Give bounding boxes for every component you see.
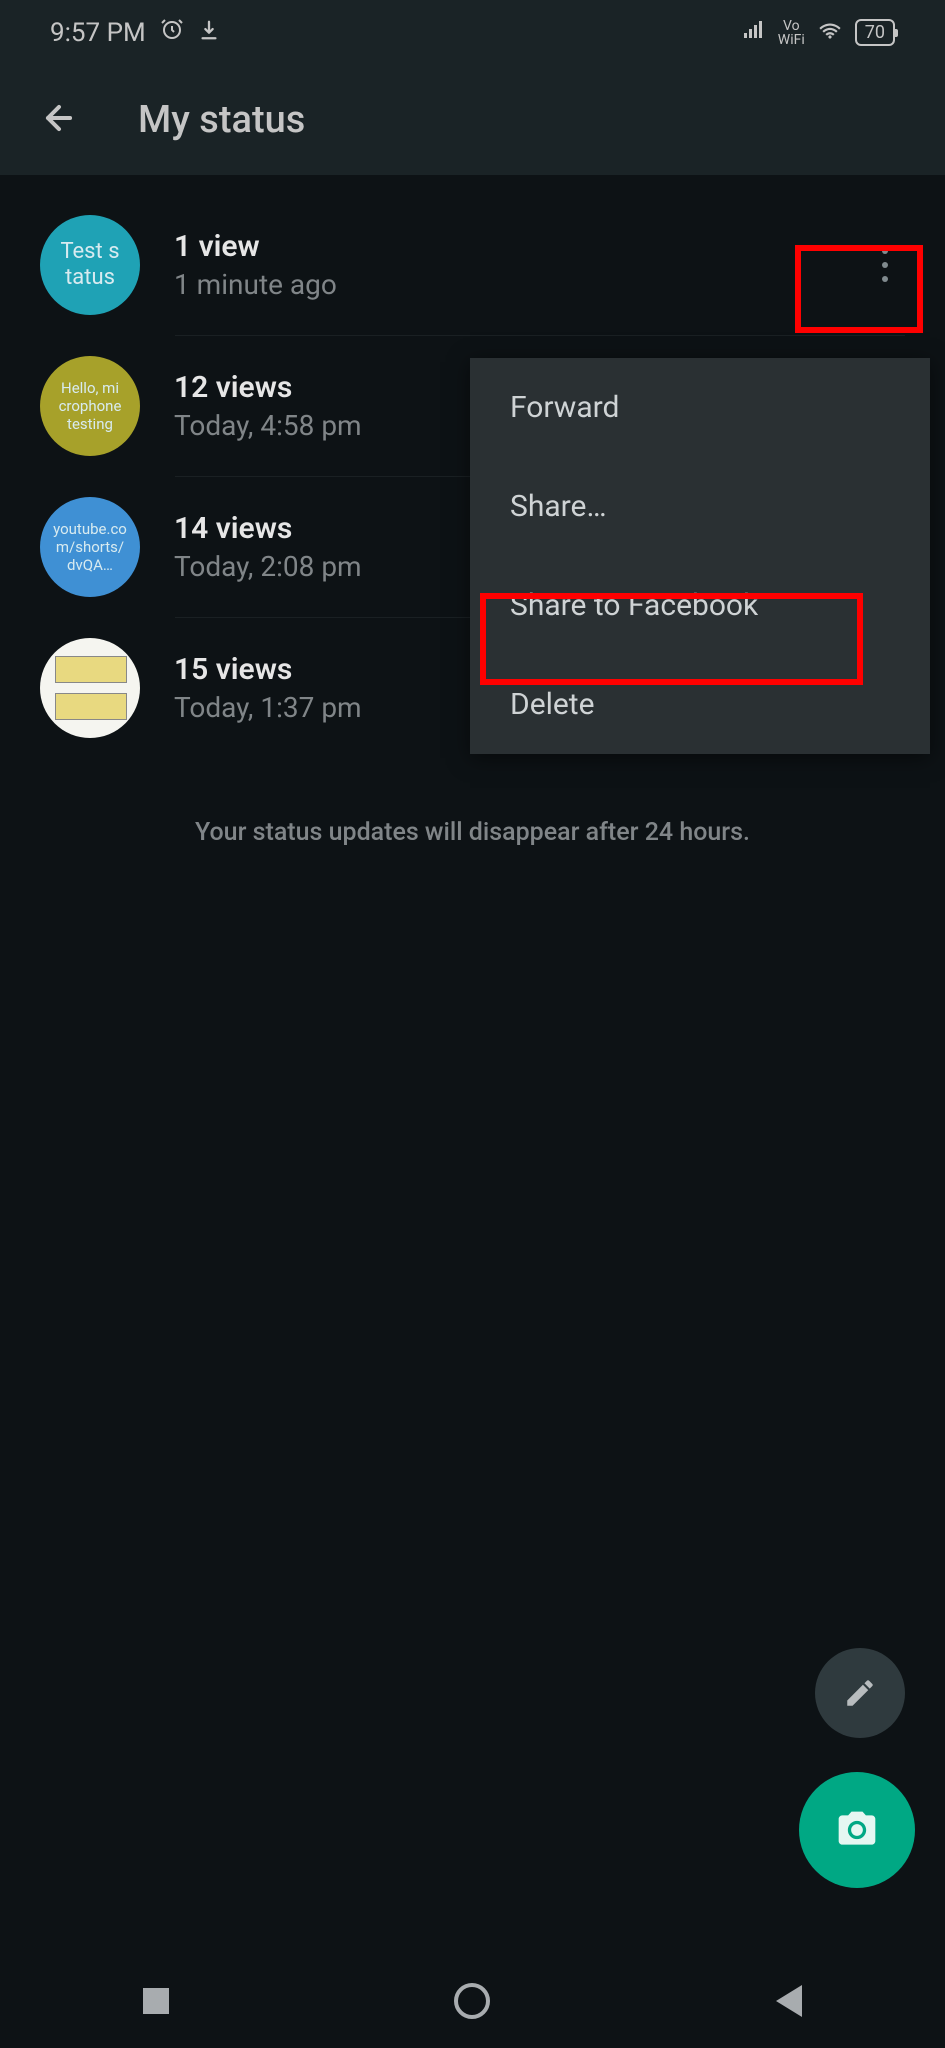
- back-button[interactable]: [40, 99, 78, 141]
- context-menu: Forward Share… Share to Facebook Delete: [470, 358, 930, 754]
- nav-recent-button[interactable]: [143, 1988, 169, 2014]
- camera-status-button[interactable]: [799, 1772, 915, 1888]
- wifi-icon: [817, 17, 843, 49]
- status-thumbnail[interactable]: youtube.co m/shorts/ dvQA…: [40, 497, 140, 597]
- more-options-button[interactable]: [865, 248, 905, 282]
- dots-vertical-icon: [882, 248, 888, 282]
- edit-text-status-button[interactable]: [815, 1648, 905, 1738]
- status-thumbnail[interactable]: Hello, mi crophone testing: [40, 356, 140, 456]
- menu-item-share[interactable]: Share…: [470, 457, 930, 556]
- nav-home-button[interactable]: [454, 1983, 490, 2019]
- status-bar-left: 9:57 PM: [50, 17, 220, 48]
- nav-back-button[interactable]: [776, 1985, 802, 2017]
- system-nav-bar: [0, 1953, 945, 2048]
- status-thumbnail[interactable]: [40, 638, 140, 738]
- alarm-icon: [160, 17, 184, 48]
- status-bar-right: VoWiFi 70: [742, 17, 895, 49]
- timestamp: 1 minute ago: [174, 268, 831, 301]
- vowifi-icon: VoWiFi: [778, 19, 805, 47]
- menu-item-delete[interactable]: Delete: [470, 655, 930, 754]
- pencil-icon: [843, 1676, 877, 1710]
- battery-indicator: 70: [855, 19, 895, 46]
- menu-item-forward[interactable]: Forward: [470, 358, 930, 457]
- page-title: My status: [138, 98, 305, 142]
- view-count: 1 view: [174, 229, 831, 264]
- app-bar: My status: [0, 65, 945, 175]
- signal-icon: [742, 18, 766, 48]
- system-status-bar: 9:57 PM VoWiFi 70: [0, 0, 945, 65]
- download-icon: [198, 18, 220, 48]
- camera-icon: [835, 1808, 879, 1852]
- menu-item-share-facebook[interactable]: Share to Facebook: [470, 556, 930, 655]
- clock-time: 9:57 PM: [50, 18, 146, 48]
- disappear-note: Your status updates will disappear after…: [0, 778, 945, 887]
- status-text-block: 1 view 1 minute ago: [174, 229, 831, 301]
- status-thumbnail[interactable]: Test s tatus: [40, 215, 140, 315]
- status-item[interactable]: Test s tatus 1 view 1 minute ago: [0, 195, 945, 335]
